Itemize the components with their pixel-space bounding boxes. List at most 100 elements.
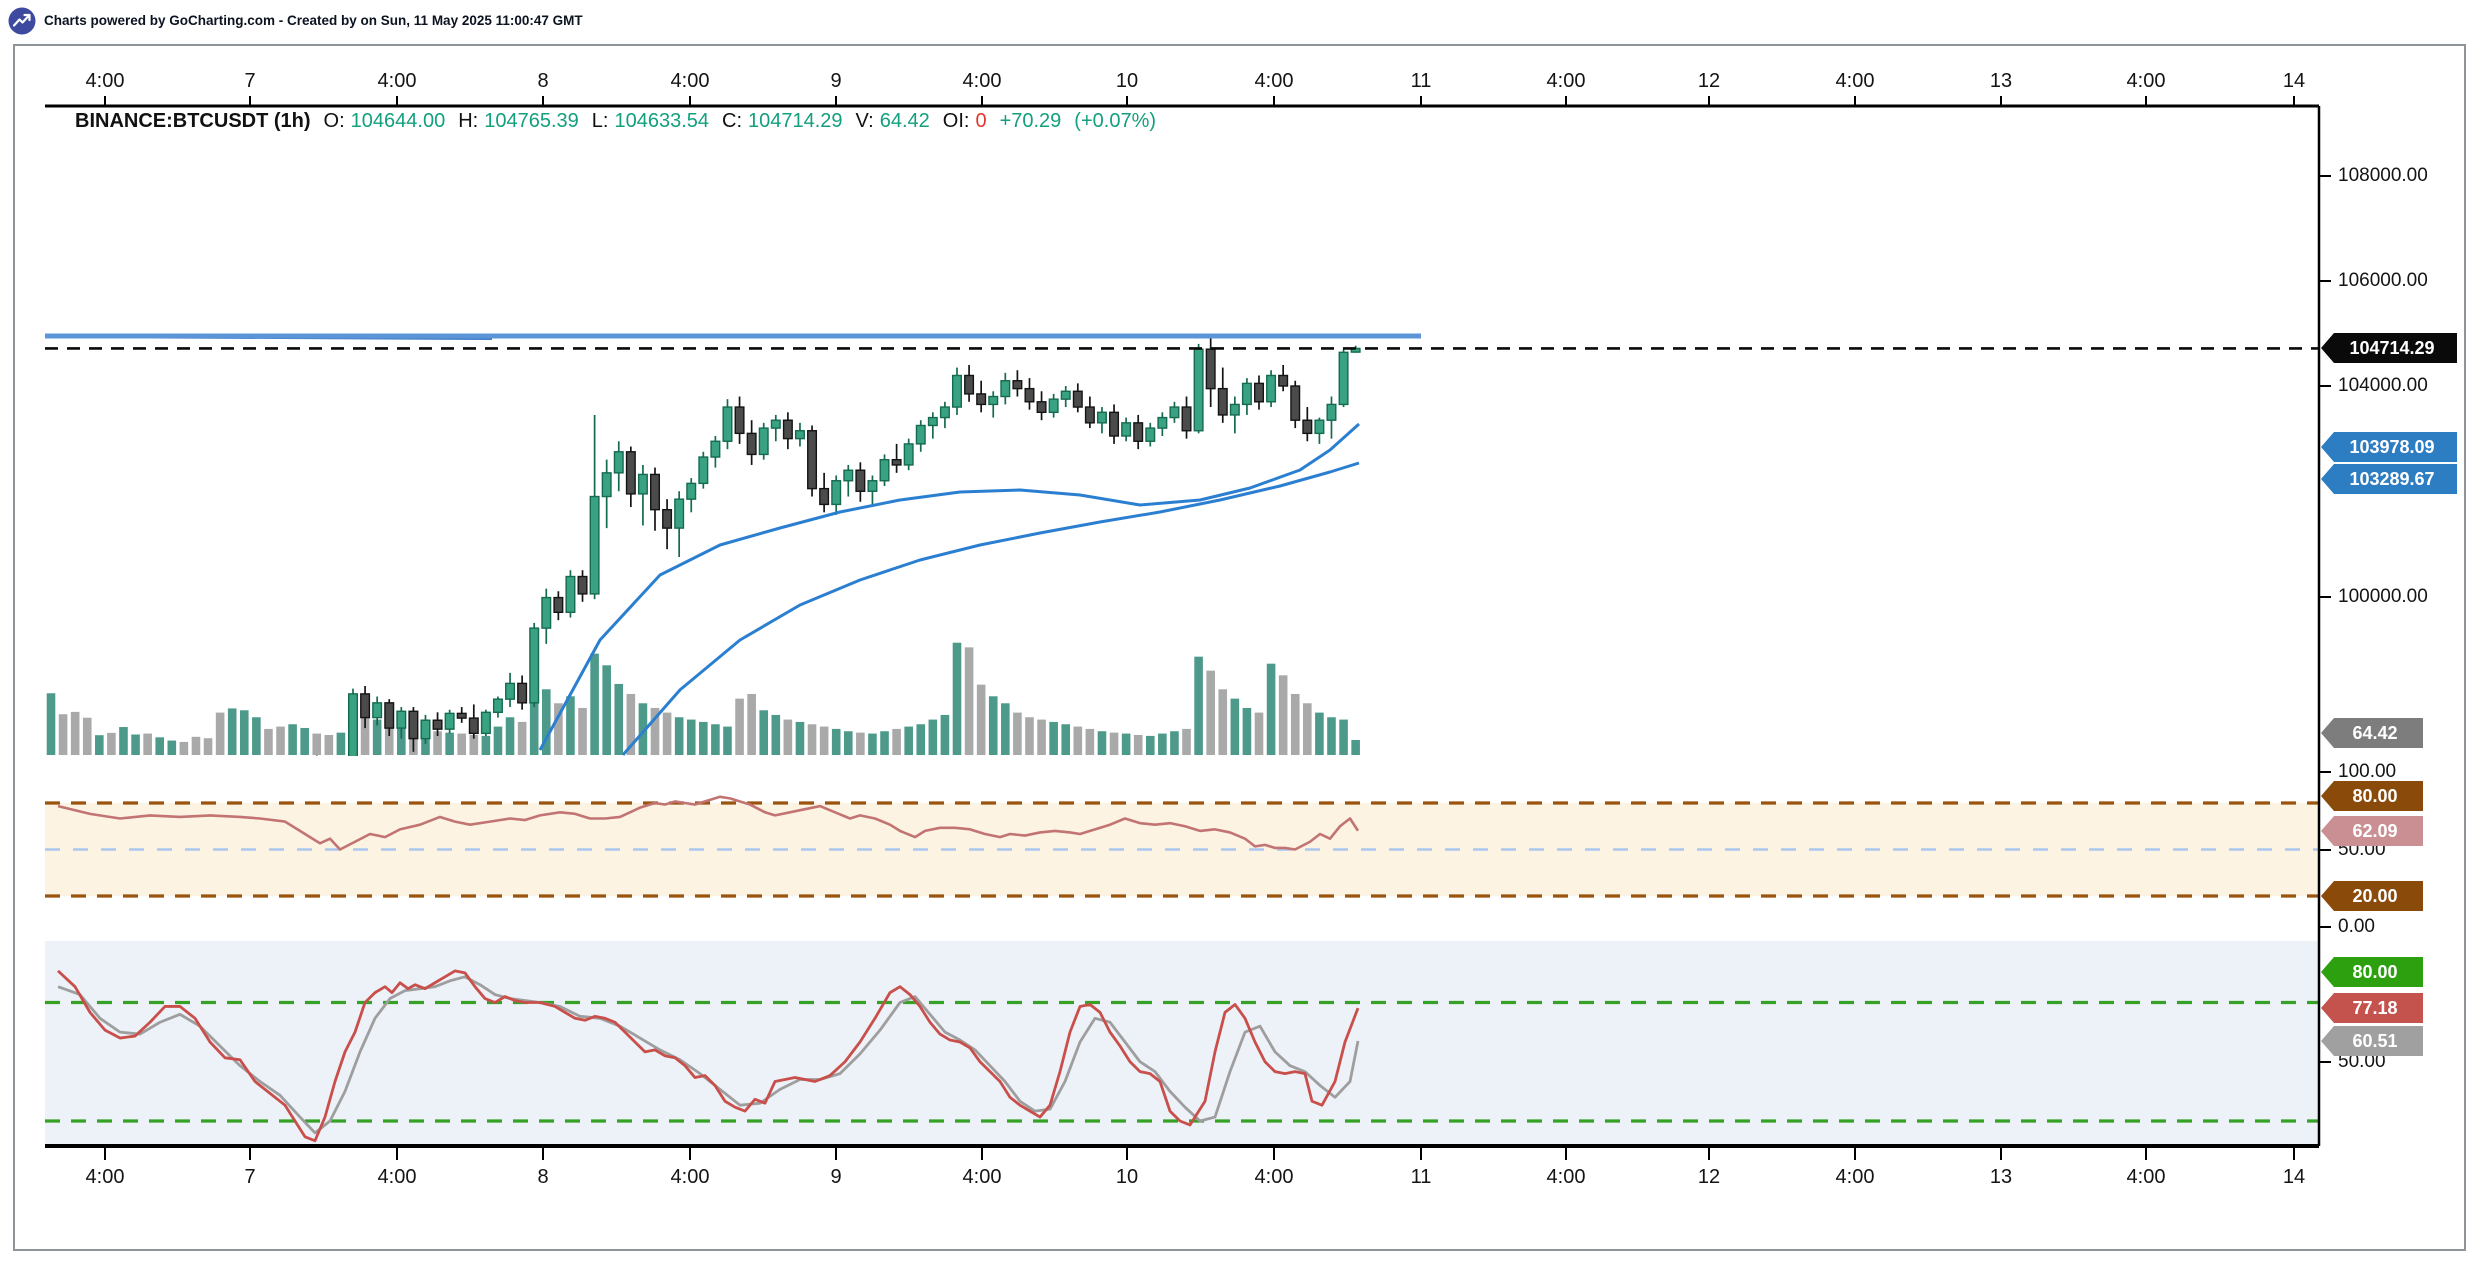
candle: [276, 767, 285, 771]
candle: [759, 428, 768, 454]
candle: [1074, 391, 1083, 407]
candle: [131, 768, 140, 772]
oi-value: 0: [975, 110, 986, 133]
volume-bar: [1049, 722, 1058, 755]
volume-bar: [663, 713, 672, 755]
candle: [904, 444, 913, 465]
time-axis-label-bottom: 4:00: [1547, 1166, 1586, 1189]
candle: [1279, 375, 1288, 386]
time-axis-label-top: 10: [1116, 70, 1138, 93]
ma-slow-tag: 103289.67: [2321, 464, 2457, 494]
candle: [1255, 383, 1264, 401]
candle: [349, 694, 358, 761]
volume-bar: [445, 733, 454, 755]
ma-fast-tag: 103978.09: [2321, 432, 2457, 462]
high-label: H:: [458, 110, 478, 133]
candle: [687, 483, 696, 499]
candle: [240, 768, 249, 774]
candle: [228, 774, 237, 779]
candle: [325, 765, 334, 769]
candle: [1327, 404, 1336, 420]
time-axis-label-top: 7: [244, 70, 255, 93]
candle: [772, 420, 781, 428]
symbol-label[interactable]: BINANCE:BTCUSDT (1h): [75, 110, 311, 133]
candle: [168, 766, 177, 770]
price-pane[interactable]: [45, 334, 1421, 787]
volume-bar: [95, 735, 104, 755]
time-axis-label-top: 14: [2283, 70, 2305, 93]
volume-bar: [1037, 720, 1046, 755]
candle: [264, 764, 273, 767]
candle: [1110, 412, 1119, 436]
volume-bar: [687, 720, 696, 755]
volume-bar: [1291, 694, 1300, 755]
candle: [699, 457, 708, 483]
price-axis-label: 100000.00: [2338, 586, 2428, 608]
volume-bar: [216, 713, 225, 755]
candle: [566, 577, 575, 613]
candle: [711, 441, 720, 457]
candle: [542, 598, 551, 629]
time-axis-label-bottom: 4:00: [671, 1166, 710, 1189]
candle: [1061, 391, 1070, 399]
candle: [820, 489, 829, 505]
volume-bar: [759, 710, 768, 755]
candle: [1098, 412, 1107, 423]
candle: [735, 407, 744, 433]
volume-bar: [1170, 731, 1179, 755]
volume-bar: [929, 720, 938, 755]
stoch-k-tag: 77.18: [2321, 993, 2423, 1023]
main-chart-canvas[interactable]: [0, 0, 2478, 1266]
candle: [518, 683, 527, 702]
candle: [856, 470, 865, 491]
candle: [1146, 428, 1155, 441]
open-label: O:: [324, 110, 345, 133]
candle: [892, 460, 901, 465]
volume-bar: [796, 722, 805, 755]
candle: [1315, 420, 1324, 433]
ohlc-legend[interactable]: BINANCE:BTCUSDT (1h) O:104644.00 H:10476…: [75, 110, 1156, 133]
candle: [989, 397, 998, 405]
volume-bar: [1182, 729, 1191, 755]
price-axis-label: 106000.00: [2338, 270, 2428, 292]
volume-bar: [337, 733, 346, 755]
volume-bar: [252, 717, 261, 755]
candle: [1086, 407, 1095, 423]
volume-bar: [83, 718, 92, 755]
candle: [639, 474, 648, 493]
volume-bar: [941, 715, 950, 755]
rsi-value-tag: 62.09: [2321, 816, 2423, 846]
candle: [433, 720, 442, 729]
volume-bar: [506, 717, 515, 755]
volume-bar: [228, 708, 237, 755]
rsi-pane[interactable]: [45, 797, 2319, 896]
volume-bar: [264, 729, 273, 755]
time-axis-label-top: 4:00: [2127, 70, 2166, 93]
volume-bar: [1206, 671, 1215, 755]
candle: [578, 577, 587, 594]
volume-bar: [868, 734, 877, 755]
volume-bar: [1231, 699, 1240, 755]
volume-bar: [482, 736, 491, 755]
candle: [1182, 407, 1191, 431]
time-axis-label-bottom: 4:00: [2127, 1166, 2166, 1189]
volume-bar: [47, 693, 56, 755]
last-price-tag: 104714.29: [2321, 333, 2457, 363]
candle: [119, 771, 128, 777]
volume-bar: [1013, 713, 1022, 755]
stoch-pane[interactable]: [45, 971, 2319, 1141]
candle: [1231, 404, 1240, 415]
candle: [1243, 383, 1252, 404]
candle: [71, 780, 80, 782]
candle: [868, 481, 877, 492]
volume-bar: [1351, 740, 1360, 755]
candle: [155, 770, 164, 774]
candle: [590, 497, 599, 594]
time-axis-label-bottom: 4:00: [1836, 1166, 1875, 1189]
volume-bar: [1110, 733, 1119, 755]
volume-bar: [494, 727, 503, 755]
volume-bar: [59, 714, 68, 755]
volume-bar: [240, 710, 249, 755]
volume-bar: [1255, 713, 1264, 755]
candle: [784, 420, 793, 438]
